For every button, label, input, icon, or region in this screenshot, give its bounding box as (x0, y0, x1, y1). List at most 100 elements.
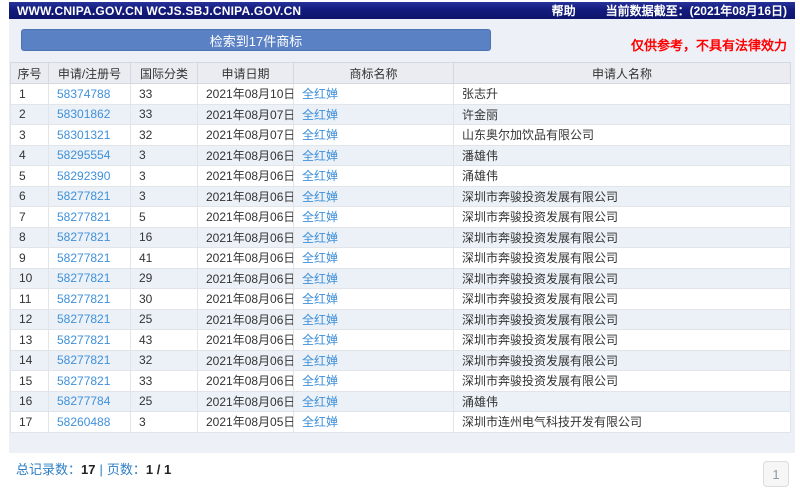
mark-name-link[interactable]: 全红婵 (302, 333, 338, 347)
cell-mark: 全红婵 (294, 391, 454, 412)
reg-no-link[interactable]: 58277821 (57, 312, 110, 326)
mark-name-link[interactable]: 全红婵 (302, 231, 338, 245)
cell-date: 2021年08月06日 (198, 289, 294, 310)
cell-date: 2021年08月06日 (198, 248, 294, 269)
reg-no-link[interactable]: 58295554 (57, 148, 110, 162)
reg-no-link[interactable]: 58301321 (57, 128, 110, 142)
cell-intl-class: 32 (131, 350, 198, 371)
cell-serial: 16 (11, 391, 49, 412)
reg-no-link[interactable]: 58277821 (57, 251, 110, 265)
cell-date: 2021年08月06日 (198, 391, 294, 412)
results-table: 序号申请/注册号国际分类申请日期商标名称申请人名称 1 58374788 33 … (10, 62, 791, 433)
help-link[interactable]: 帮助 (552, 2, 576, 19)
pages-value: 1 / 1 (146, 462, 171, 477)
cell-intl-class: 33 (131, 84, 198, 105)
cell-serial: 11 (11, 289, 49, 310)
cell-reg-no: 58277821 (49, 207, 131, 228)
cell-date: 2021年08月06日 (198, 166, 294, 187)
reg-no-link[interactable]: 58292390 (57, 169, 110, 183)
cell-mark: 全红婵 (294, 145, 454, 166)
reg-no-link[interactable]: 58374788 (57, 87, 110, 101)
cell-serial: 12 (11, 309, 49, 330)
cell-intl-class: 3 (131, 412, 198, 433)
reg-no-link[interactable]: 58277821 (57, 374, 110, 388)
mark-name-link[interactable]: 全红婵 (302, 128, 338, 142)
cell-mark: 全红婵 (294, 104, 454, 125)
cell-mark: 全红婵 (294, 248, 454, 269)
table-row: 3 58301321 32 2021年08月07日 全红婵 山东奥尔加饮品有限公… (11, 125, 791, 146)
cell-applicant: 深圳市奔骏投资发展有限公司 (454, 207, 791, 228)
cell-serial: 1 (11, 84, 49, 105)
cell-reg-no: 58277821 (49, 248, 131, 269)
cell-intl-class: 25 (131, 391, 198, 412)
cell-serial: 17 (11, 412, 49, 433)
cell-reg-no: 58277821 (49, 186, 131, 207)
table-row: 17 58260488 3 2021年08月05日 全红婵 深圳市连州电气科技开… (11, 412, 791, 433)
page-number-button[interactable]: 1 (763, 461, 789, 487)
cell-mark: 全红婵 (294, 289, 454, 310)
cell-mark: 全红婵 (294, 227, 454, 248)
mark-name-link[interactable]: 全红婵 (302, 395, 338, 409)
reg-no-link[interactable]: 58301862 (57, 107, 110, 121)
cell-intl-class: 16 (131, 227, 198, 248)
topbar-right-group: 帮助 当前数据截至：(2021年08月16日) (552, 2, 787, 19)
column-header-3: 申请日期 (198, 63, 294, 84)
mark-name-link[interactable]: 全红婵 (302, 149, 338, 163)
cell-date: 2021年08月07日 (198, 104, 294, 125)
mark-name-link[interactable]: 全红婵 (302, 415, 338, 429)
results-tbody: 1 58374788 33 2021年08月10日 全红婵 张志升 2 5830… (11, 84, 791, 433)
cell-applicant: 涌雄伟 (454, 391, 791, 412)
mark-name-link[interactable]: 全红婵 (302, 313, 338, 327)
mark-name-link[interactable]: 全红婵 (302, 190, 338, 204)
mark-name-link[interactable]: 全红婵 (302, 210, 338, 224)
reg-no-link[interactable]: 58277821 (57, 271, 110, 285)
mark-name-link[interactable]: 全红婵 (302, 354, 338, 368)
table-row: 10 58277821 29 2021年08月06日 全红婵 深圳市奔骏投资发展… (11, 268, 791, 289)
mark-name-link[interactable]: 全红婵 (302, 169, 338, 183)
cell-applicant: 涌雄伟 (454, 166, 791, 187)
reg-no-link[interactable]: 58260488 (57, 415, 110, 429)
table-row: 13 58277821 43 2021年08月06日 全红婵 深圳市奔骏投资发展… (11, 330, 791, 351)
total-records-value: 17 (81, 462, 95, 477)
reg-no-link[interactable]: 58277821 (57, 333, 110, 347)
mark-name-link[interactable]: 全红婵 (302, 292, 338, 306)
cell-date: 2021年08月06日 (198, 309, 294, 330)
cell-reg-no: 58260488 (49, 412, 131, 433)
reg-no-link[interactable]: 58277821 (57, 210, 110, 224)
results-panel: 检索到17件商标 仅供参考，不具有法律效力 序号申请/注册号国际分类申请日期商标… (9, 19, 795, 453)
cell-applicant: 深圳市奔骏投资发展有限公司 (454, 268, 791, 289)
reg-no-link[interactable]: 58277821 (57, 292, 110, 306)
cell-date: 2021年08月06日 (198, 268, 294, 289)
cell-mark: 全红婵 (294, 268, 454, 289)
table-row: 14 58277821 32 2021年08月06日 全红婵 深圳市奔骏投资发展… (11, 350, 791, 371)
cell-reg-no: 58277821 (49, 268, 131, 289)
pages-label: 页数： (107, 462, 146, 477)
reg-no-link[interactable]: 58277821 (57, 189, 110, 203)
cell-serial: 5 (11, 166, 49, 187)
cell-intl-class: 29 (131, 268, 198, 289)
table-row: 2 58301862 33 2021年08月07日 全红婵 许金丽 (11, 104, 791, 125)
cell-date: 2021年08月07日 (198, 125, 294, 146)
table-row: 15 58277821 33 2021年08月06日 全红婵 深圳市奔骏投资发展… (11, 371, 791, 392)
mark-name-link[interactable]: 全红婵 (302, 251, 338, 265)
mark-name-link[interactable]: 全红婵 (302, 87, 338, 101)
result-count-button[interactable]: 检索到17件商标 (21, 29, 491, 51)
cell-intl-class: 3 (131, 186, 198, 207)
cell-applicant: 深圳市奔骏投资发展有限公司 (454, 248, 791, 269)
cell-date: 2021年08月06日 (198, 330, 294, 351)
reg-no-link[interactable]: 58277784 (57, 394, 110, 408)
cell-mark: 全红婵 (294, 371, 454, 392)
cell-reg-no: 58277821 (49, 289, 131, 310)
cell-serial: 15 (11, 371, 49, 392)
cell-applicant: 山东奥尔加饮品有限公司 (454, 125, 791, 146)
cell-date: 2021年08月06日 (198, 350, 294, 371)
record-summary: 总记录数：17|页数：1 / 1 (16, 459, 171, 478)
cell-applicant: 潘雄伟 (454, 145, 791, 166)
mark-name-link[interactable]: 全红婵 (302, 108, 338, 122)
mark-name-link[interactable]: 全红婵 (302, 374, 338, 388)
reg-no-link[interactable]: 58277821 (57, 230, 110, 244)
cell-date: 2021年08月10日 (198, 84, 294, 105)
cell-intl-class: 3 (131, 166, 198, 187)
mark-name-link[interactable]: 全红婵 (302, 272, 338, 286)
reg-no-link[interactable]: 58277821 (57, 353, 110, 367)
